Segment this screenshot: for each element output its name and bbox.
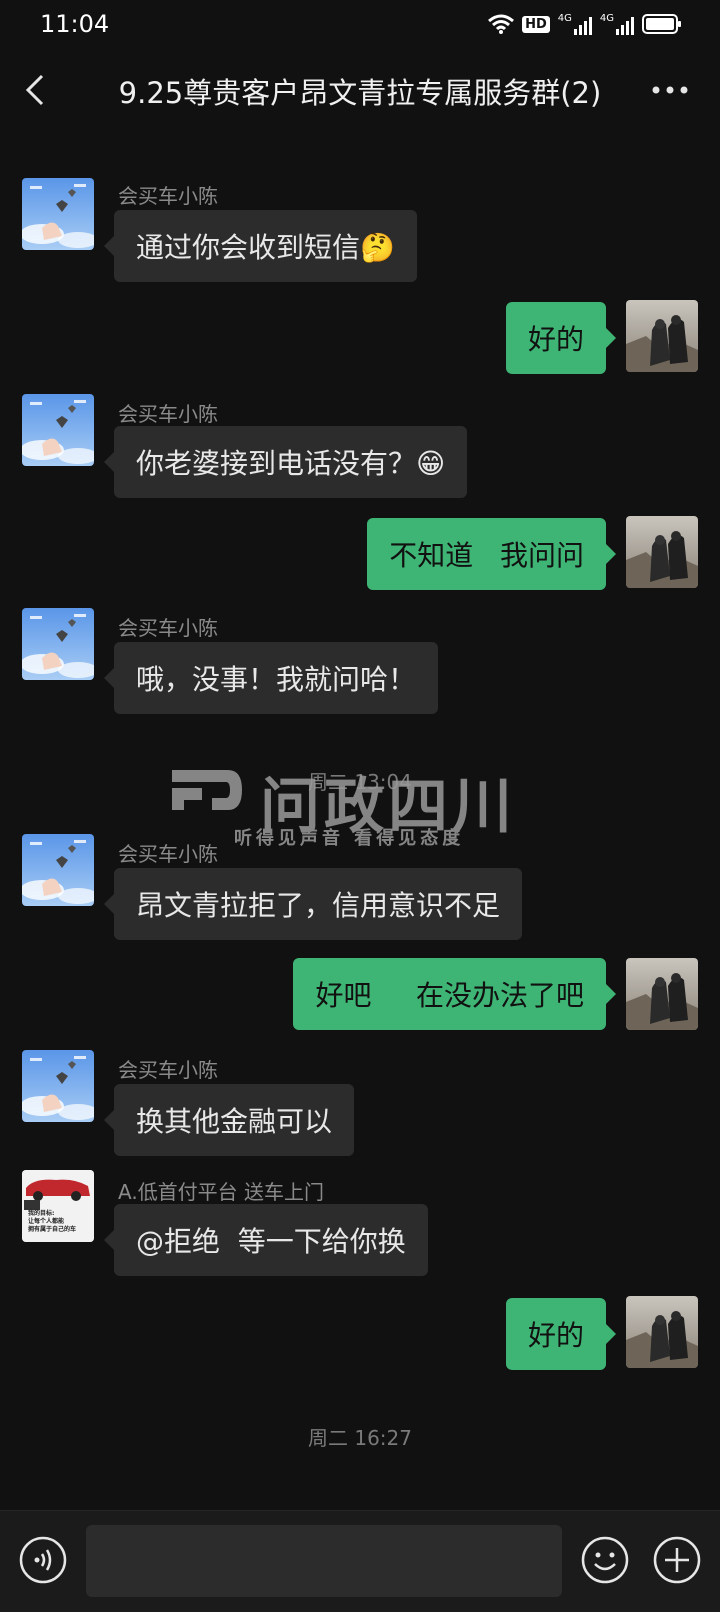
plus-icon[interactable] — [652, 1535, 702, 1585]
status-icons: HD 4G 4G — [488, 13, 682, 35]
signal-4g-icon: 4G — [600, 13, 634, 35]
page-title: 9.25尊贵客户昂文青拉专属服务群(2) — [118, 76, 602, 110]
avatar[interactable] — [626, 516, 698, 588]
more-options-icon[interactable] — [650, 82, 690, 98]
avatar-caption: 让每个人都能 — [28, 1218, 65, 1225]
avatar[interactable] — [626, 300, 698, 372]
message-bubble[interactable]: 好的 — [505, 302, 617, 374]
watermark-logo-icon — [172, 770, 242, 810]
battery-icon — [642, 14, 681, 34]
message-bubble[interactable]: 好吧 在没办法了吧 — [293, 958, 616, 1030]
sender-name: 会买车小陈 — [118, 1058, 218, 1082]
message-bubble[interactable]: 好的 — [505, 1298, 617, 1370]
hd-icon: HD — [522, 15, 550, 33]
avatar[interactable] — [22, 1050, 94, 1122]
watermark: 问政四川 听得见声音 看得见态度 — [168, 758, 548, 858]
message-input[interactable] — [86, 1525, 562, 1597]
message-bubble[interactable]: 你老婆接到电话没有？😁 — [103, 426, 468, 498]
message-bubble[interactable]: 通过你会收到短信🤔 — [104, 210, 417, 282]
message-bubble[interactable]: 换其他金融可以 — [103, 1084, 355, 1156]
emoji-icon[interactable] — [580, 1535, 630, 1585]
net-label: 4G — [557, 13, 572, 24]
voice-icon[interactable] — [18, 1535, 68, 1585]
message-bubble[interactable]: 昂文青拉拒了，信用意识不足 — [103, 868, 523, 940]
wifi-icon — [488, 14, 515, 34]
watermark-subtitle: 听得见声音 看得见态度 — [234, 828, 465, 849]
net-label: 4G — [599, 13, 614, 24]
input-bar — [0, 1510, 720, 1612]
avatar-caption: 拥有属于自己的车 — [28, 1226, 77, 1233]
avatar[interactable] — [22, 608, 94, 680]
status-time: 11:04 — [40, 10, 110, 38]
sender-name: 会买车小陈 — [118, 402, 218, 426]
message-bubble[interactable]: @拒绝 等一下给你换 — [104, 1204, 428, 1276]
sender-name: 会买车小陈 — [118, 616, 218, 640]
signal-4g-icon: 4G — [558, 13, 592, 35]
avatar[interactable] — [22, 394, 94, 466]
nav-bar: 9.25尊贵客户昂文青拉专属服务群(2) — [0, 48, 720, 132]
avatar[interactable] — [626, 958, 698, 1030]
message-bubble[interactable]: 哦，没事！我就问哈！ — [103, 642, 439, 714]
back-icon[interactable] — [22, 72, 52, 108]
sender-name: A.低首付平台 送车上门 — [118, 1180, 325, 1204]
timestamp: 周二 16:27 — [308, 1426, 412, 1450]
message-bubble[interactable]: 不知道 我问问 — [367, 518, 616, 590]
avatar-caption: 我的目标: — [28, 1210, 55, 1217]
avatar[interactable] — [22, 178, 94, 250]
avatar[interactable] — [22, 834, 94, 906]
sender-name: 会买车小陈 — [118, 184, 218, 208]
status-bar: 11:04 HD 4G 4G — [0, 0, 720, 48]
avatar[interactable] — [626, 1296, 698, 1368]
avatar[interactable]: 我的目标: 让每个人都能 拥有属于自己的车 — [22, 1170, 94, 1242]
